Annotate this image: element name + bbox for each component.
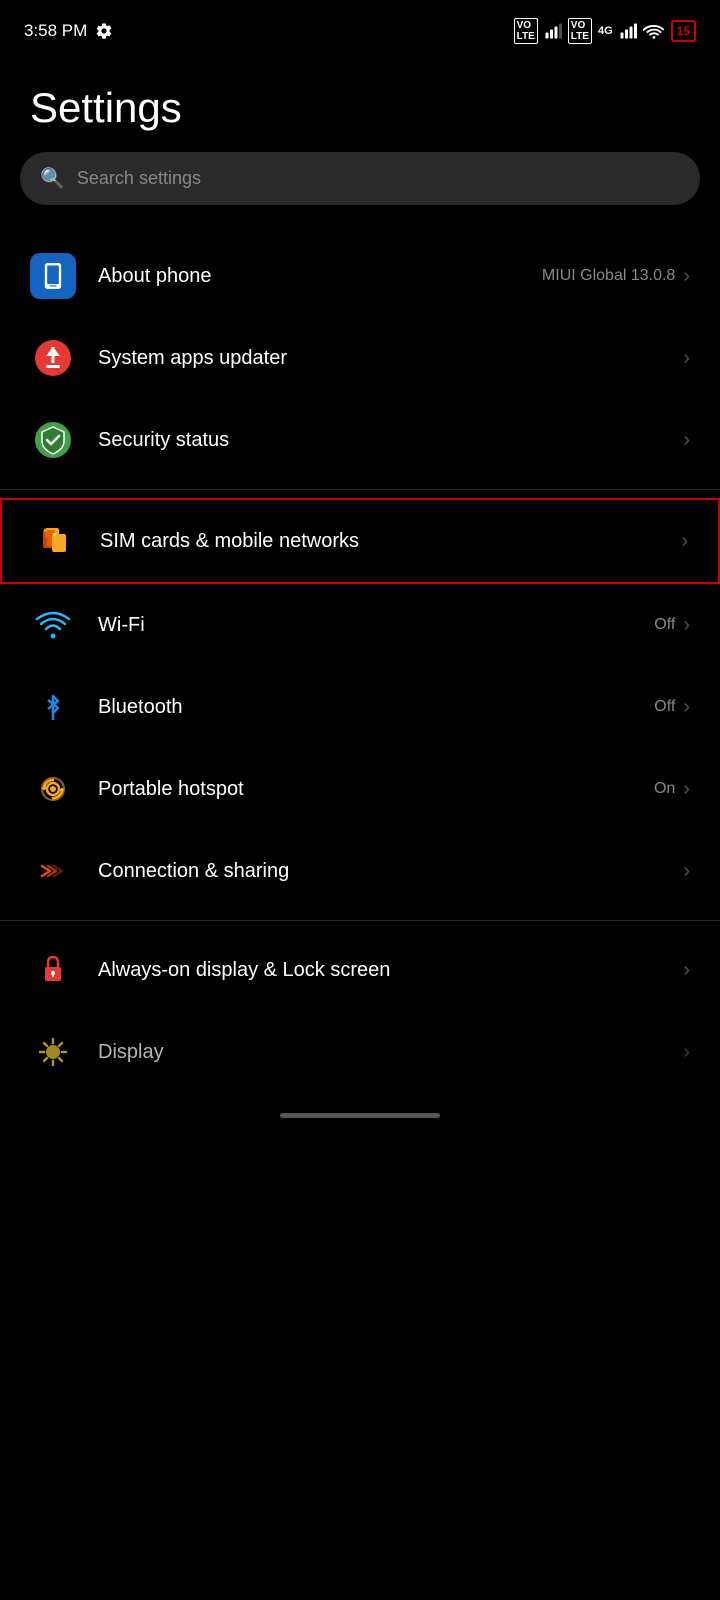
wifi-right: Off ›: [654, 614, 690, 637]
home-indicator: [280, 1113, 440, 1118]
connection-item-icon: [30, 848, 76, 894]
search-bar[interactable]: 🔍 Search settings: [20, 152, 700, 205]
always-on-right: ›: [679, 959, 690, 982]
system-apps-content: System apps updater: [98, 347, 679, 370]
settings-gear-icon: [95, 22, 113, 40]
display-right: ›: [679, 1041, 690, 1064]
status-right: VOLTE VOLTE 4G 15: [514, 18, 696, 44]
wifi-item-icon: [30, 602, 76, 648]
about-phone-chevron: ›: [683, 265, 690, 288]
security-status-right: ›: [679, 429, 690, 452]
wifi-status: Off: [654, 616, 675, 634]
wifi-status-icon: [643, 22, 665, 40]
display-item-icon: [30, 1029, 76, 1075]
bluetooth-right: Off ›: [654, 696, 690, 719]
hotspot-chevron: ›: [683, 778, 690, 801]
security-status-content: Security status: [98, 429, 679, 452]
time-display: 3:58 PM: [24, 21, 87, 41]
connection-label: Connection & sharing: [98, 860, 679, 883]
sim-cards-chevron: ›: [681, 530, 688, 553]
always-on-content: Always-on display & Lock screen: [98, 957, 679, 983]
connection-content: Connection & sharing: [98, 860, 679, 883]
battery-level: 15: [677, 24, 690, 38]
bottom-nav: [0, 1093, 720, 1138]
about-phone-content: About phone: [98, 265, 542, 288]
display-chevron: ›: [683, 1041, 690, 1064]
wifi-content: Wi-Fi: [98, 614, 654, 637]
system-apps-label: System apps updater: [98, 347, 679, 370]
signal2-icon: [619, 23, 637, 39]
status-bar: 3:58 PM VOLTE VOLTE 4G 15: [0, 0, 720, 54]
security-status-label: Security status: [98, 429, 679, 452]
search-icon: 🔍: [40, 166, 65, 191]
bluetooth-content: Bluetooth: [98, 696, 654, 719]
volte2-indicator: VOLTE: [568, 18, 592, 44]
always-on-label: Always-on display & Lock screen: [98, 957, 679, 983]
divider-1: [0, 489, 720, 490]
battery-indicator: 15: [671, 20, 696, 42]
settings-item-wifi[interactable]: Wi-Fi Off ›: [0, 584, 720, 666]
about-phone-version: MIUI Global 13.0.8: [542, 267, 675, 285]
connection-right: ›: [679, 860, 690, 883]
security-status-chevron: ›: [683, 429, 690, 452]
about-phone-label: About phone: [98, 265, 542, 288]
volte-indicator: VOLTE: [514, 18, 538, 44]
search-placeholder: Search settings: [77, 168, 201, 189]
about-phone-icon: [30, 253, 76, 299]
system-apps-icon: [30, 335, 76, 381]
sim-cards-right: ›: [677, 530, 688, 553]
lock-item-icon: [30, 947, 76, 993]
page-title: Settings: [0, 54, 720, 152]
settings-item-security-status[interactable]: Security status ›: [0, 399, 720, 481]
sim-cards-content: SIM cards & mobile networks: [100, 530, 677, 553]
security-status-icon: [30, 417, 76, 463]
hotspot-item-icon: [30, 766, 76, 812]
settings-item-sim-cards[interactable]: SIM cards & mobile networks ›: [0, 498, 720, 584]
settings-item-hotspot[interactable]: Portable hotspot On ›: [0, 748, 720, 830]
hotspot-content: Portable hotspot: [98, 778, 654, 801]
settings-item-bluetooth[interactable]: Bluetooth Off ›: [0, 666, 720, 748]
bluetooth-item-icon: [30, 684, 76, 730]
bluetooth-chevron: ›: [683, 696, 690, 719]
4g-indicator: 4G: [598, 25, 613, 37]
sim-cards-label: SIM cards & mobile networks: [100, 530, 677, 553]
about-phone-right: MIUI Global 13.0.8 ›: [542, 265, 690, 288]
hotspot-status: On: [654, 780, 675, 798]
wifi-label: Wi-Fi: [98, 614, 654, 637]
settings-item-system-apps[interactable]: System apps updater ›: [0, 317, 720, 399]
system-apps-chevron: ›: [683, 347, 690, 370]
wifi-chevron: ›: [683, 614, 690, 637]
bluetooth-status: Off: [654, 698, 675, 716]
settings-item-always-on[interactable]: Always-on display & Lock screen ›: [0, 929, 720, 1011]
bluetooth-label: Bluetooth: [98, 696, 654, 719]
display-content: Display: [98, 1041, 679, 1064]
hotspot-label: Portable hotspot: [98, 778, 654, 801]
divider-2: [0, 920, 720, 921]
sim-cards-icon: [32, 518, 78, 564]
settings-item-about-phone[interactable]: About phone MIUI Global 13.0.8 ›: [0, 235, 720, 317]
display-label: Display: [98, 1041, 679, 1064]
settings-item-connection[interactable]: Connection & sharing ›: [0, 830, 720, 912]
system-apps-right: ›: [679, 347, 690, 370]
settings-item-display[interactable]: Display ›: [0, 1011, 720, 1093]
status-left: 3:58 PM: [24, 21, 113, 41]
hotspot-right: On ›: [654, 778, 690, 801]
signal1-icon: [544, 23, 562, 39]
connection-chevron: ›: [683, 860, 690, 883]
always-on-chevron: ›: [683, 959, 690, 982]
